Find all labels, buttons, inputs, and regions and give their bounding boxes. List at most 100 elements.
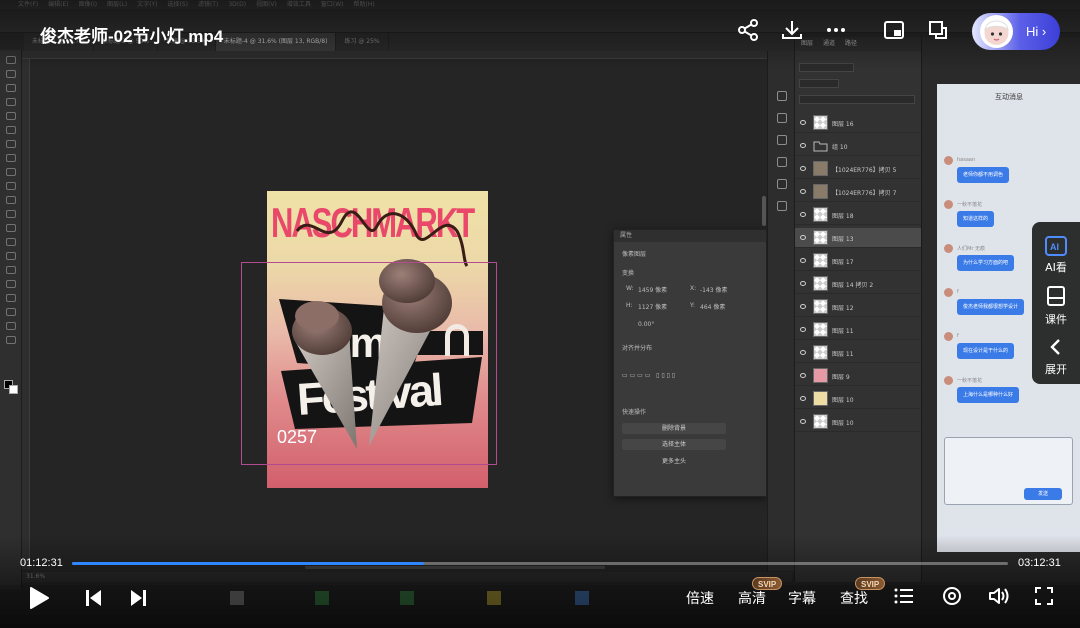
layer-row[interactable]: 图层 12 xyxy=(795,297,922,317)
layer-thumbnail xyxy=(813,414,828,429)
layer-row[interactable]: 组 10 xyxy=(795,136,922,156)
visibility-eye-icon[interactable] xyxy=(800,304,806,309)
transform-selection-box[interactable] xyxy=(241,262,497,465)
chat-sender-name: 人们Mr 无痕 xyxy=(957,246,985,252)
quality-button[interactable]: 高清 xyxy=(738,588,766,608)
layer-row[interactable]: 【1024ER776】拷贝 7 xyxy=(795,182,922,202)
total-time: 03:12:31 xyxy=(1018,557,1061,569)
chat-avatar xyxy=(944,376,953,385)
layer-thumbnail xyxy=(813,276,828,291)
y-field[interactable]: 464 像素 xyxy=(700,302,725,311)
mini-window-icon[interactable] xyxy=(926,18,950,42)
folder-icon xyxy=(813,141,828,152)
layer-row[interactable]: 图层 14 拷贝 2 xyxy=(795,274,922,294)
fullscreen-icon[interactable] xyxy=(1034,586,1054,606)
visibility-eye-icon[interactable] xyxy=(800,396,806,401)
chat-sender-name: 一秋不落花 xyxy=(957,202,983,208)
layer-thumbnail xyxy=(813,161,828,176)
path-select-tool-icon xyxy=(6,294,16,302)
chat-avatar xyxy=(944,244,953,253)
share-icon[interactable] xyxy=(736,18,760,42)
remove-background-button[interactable]: 删除背景 xyxy=(622,423,726,434)
download-icon[interactable] xyxy=(780,18,804,42)
visibility-eye-icon[interactable] xyxy=(800,143,806,148)
side-dock: AI AI看 课件 展开 xyxy=(1032,222,1080,384)
layer-thumbnail xyxy=(813,322,828,337)
dock-expand[interactable]: 展开 xyxy=(1032,330,1080,378)
history-brush-tool-icon xyxy=(6,196,16,204)
angle-field[interactable]: 0.00° xyxy=(638,321,654,328)
healing-tool-icon xyxy=(6,154,16,162)
height-field[interactable]: 1127 像素 xyxy=(638,302,667,311)
progress-bar[interactable] xyxy=(72,562,1008,565)
layer-row[interactable]: 【1024ER776】拷贝 5 xyxy=(795,159,922,179)
visibility-eye-icon[interactable] xyxy=(800,373,806,378)
visibility-eye-icon[interactable] xyxy=(800,350,806,355)
layer-name: 组 10 xyxy=(832,144,848,151)
visibility-eye-icon[interactable] xyxy=(800,327,806,332)
speed-button[interactable]: 倍速 xyxy=(686,588,714,608)
playlist-icon[interactable] xyxy=(894,587,914,605)
next-icon[interactable] xyxy=(128,589,148,607)
align-section-title: 对齐并分布 xyxy=(622,345,653,352)
layer-row[interactable]: 图层 9 xyxy=(795,366,922,386)
background-color-swatch xyxy=(9,385,18,394)
dock-courseware[interactable]: 课件 xyxy=(1032,280,1080,328)
visibility-eye-icon[interactable] xyxy=(800,212,806,217)
assistant-avatar xyxy=(980,15,1013,48)
layer-row[interactable]: 图层 17 xyxy=(795,251,922,271)
width-field[interactable]: 1459 像素 xyxy=(638,285,667,294)
layer-name: 图层 13 xyxy=(832,236,854,243)
ai-assistant-button[interactable]: Hi › xyxy=(972,13,1060,50)
layer-row[interactable]: 图层 10 xyxy=(795,412,922,432)
visibility-eye-icon[interactable] xyxy=(800,258,806,263)
recorded-taskbar xyxy=(0,585,1080,615)
chat-bubble: 为什么学习方面的吧 xyxy=(957,255,1015,271)
chat-send-button[interactable]: 发送 xyxy=(1024,488,1062,500)
x-field[interactable]: -143 像素 xyxy=(700,285,728,294)
layer-row[interactable]: 图层 18 xyxy=(795,205,922,225)
layers-panel: 图层通道路径 图层 16组 10【1024ER776】拷贝 5【1024ER77… xyxy=(794,37,922,582)
layer-name: 图层 9 xyxy=(832,374,850,381)
chat-avatar xyxy=(944,156,953,165)
search-button[interactable]: 查找 xyxy=(840,588,868,608)
layer-row[interactable]: 图层 11 xyxy=(795,343,922,363)
libraries-panel-icon xyxy=(777,201,787,211)
svg-text:AI: AI xyxy=(1050,242,1059,252)
layer-name: 图层 11 xyxy=(832,351,854,358)
layer-name: 图层 11 xyxy=(832,328,854,335)
subtitle-button[interactable]: 字幕 xyxy=(788,588,816,608)
video-title: 俊杰老师-02节小灯.mp4 xyxy=(40,27,224,46)
layer-thumbnail xyxy=(813,253,828,268)
eyedropper-tool-icon xyxy=(6,140,16,148)
visibility-eye-icon[interactable] xyxy=(800,166,806,171)
play-icon[interactable] xyxy=(28,586,50,610)
visibility-eye-icon[interactable] xyxy=(800,281,806,286)
layer-row[interactable]: 图层 13 xyxy=(795,228,922,248)
volume-icon[interactable] xyxy=(988,586,1010,606)
chat-avatar xyxy=(944,200,953,209)
current-time: 01:12:31 xyxy=(20,557,63,569)
previous-icon[interactable] xyxy=(84,589,104,607)
visibility-eye-icon[interactable] xyxy=(800,189,806,194)
focus-mode-icon[interactable] xyxy=(942,586,962,606)
layer-row[interactable]: 图层 11 xyxy=(795,320,922,340)
properties-panel-header: 属性 xyxy=(614,230,766,242)
visibility-eye-icon[interactable] xyxy=(800,120,806,125)
layer-thumbnail xyxy=(813,138,828,153)
visibility-eye-icon[interactable] xyxy=(800,235,806,240)
picture-in-picture-icon[interactable] xyxy=(882,18,906,42)
marquee-tool-icon xyxy=(6,70,16,78)
select-subject-button[interactable]: 选择主体 xyxy=(622,439,726,450)
more-actions-button[interactable]: 更多主头 xyxy=(622,456,726,467)
adjustments-panel-icon xyxy=(777,113,787,123)
more-icon[interactable] xyxy=(824,18,848,42)
dock-ai-watch[interactable]: AI AI看 xyxy=(1032,228,1080,276)
visibility-eye-icon[interactable] xyxy=(800,419,806,424)
chat-avatar xyxy=(944,288,953,297)
layer-row[interactable]: 图层 16 xyxy=(795,113,922,133)
layer-row[interactable]: 图层 10 xyxy=(795,389,922,409)
layer-name: 【1024ER776】拷贝 7 xyxy=(832,190,897,197)
align-buttons-row[interactable]: ▭ ▭ ▭ ▭ ▯ ▯ ▯ ▯ xyxy=(622,372,675,379)
layer-thumbnail xyxy=(813,299,828,314)
